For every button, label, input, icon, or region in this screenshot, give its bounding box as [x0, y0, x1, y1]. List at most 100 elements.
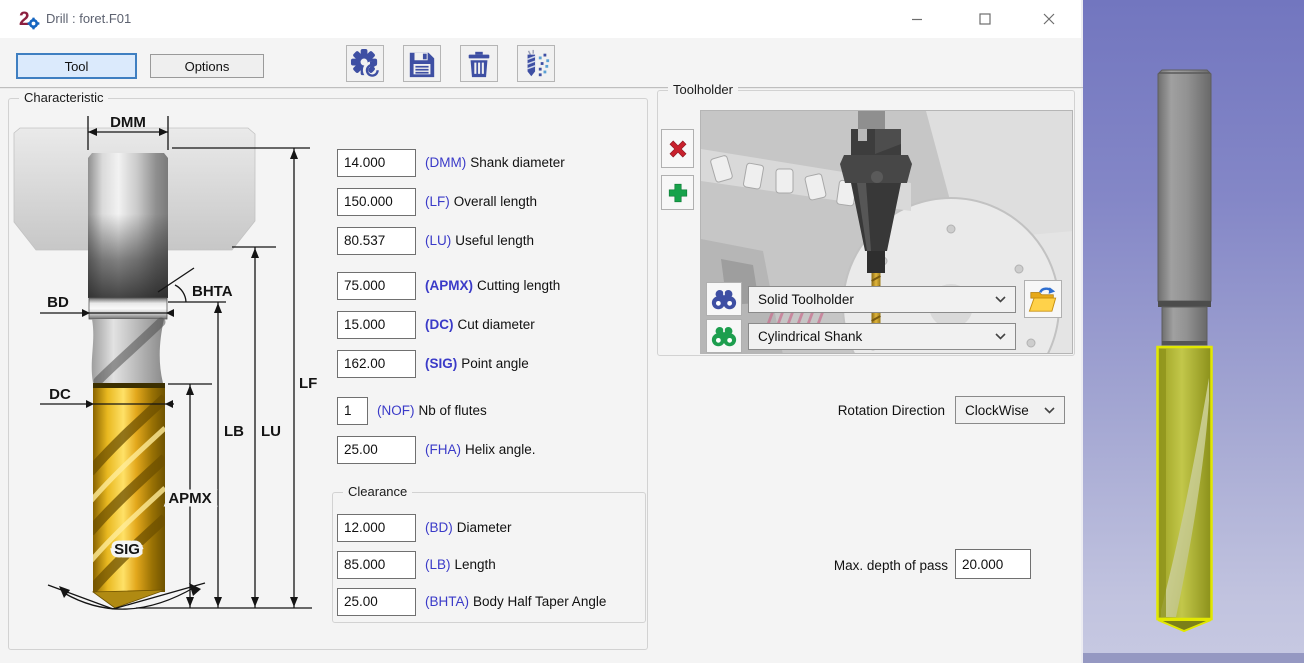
save-icon — [407, 49, 437, 79]
dim-label-bhta: BHTA — [192, 283, 233, 300]
bd-code: (BD) — [425, 520, 453, 535]
sig-input[interactable] — [337, 350, 416, 378]
dim-label-bd: BD — [47, 294, 69, 311]
dim-label-dc: DC — [49, 386, 71, 403]
chevron-down-icon — [995, 333, 1006, 340]
open-folder-icon — [1028, 284, 1058, 314]
svg-text:2: 2 — [19, 9, 30, 30]
lu-code: (LU) — [425, 233, 451, 248]
toolbar-divider — [0, 87, 1083, 89]
screen: 2 Drill : foret.F01 To — [0, 0, 1304, 663]
dim-label-lb: LB — [224, 423, 244, 440]
titlebar[interactable]: 2 Drill : foret.F01 — [0, 0, 1081, 38]
search-shank-button[interactable] — [706, 319, 742, 353]
app-logo-icon: 2 — [18, 8, 40, 30]
lu-label: Useful length — [455, 233, 534, 248]
toolholder-preview-image — [700, 110, 1073, 354]
max-depth-input[interactable] — [955, 549, 1031, 579]
tab-tool[interactable]: Tool — [16, 53, 137, 79]
nof-input[interactable] — [337, 397, 368, 425]
nof-code: (NOF) — [377, 403, 415, 418]
dmm-label: Shank diameter — [470, 155, 565, 170]
dim-label-lf: LF — [299, 375, 317, 392]
drill-3d-render — [1083, 0, 1304, 663]
dmm-code: (DMM) — [425, 155, 466, 170]
update-button[interactable] — [346, 45, 384, 82]
viewport-bottom-strip — [1083, 653, 1304, 663]
bd-input[interactable] — [337, 514, 416, 542]
nof-label: Nb of flutes — [419, 403, 487, 418]
toolholder-group-label: Toolholder — [668, 82, 738, 97]
binoculars-blue-icon — [711, 287, 737, 311]
drill-dialog: 2 Drill : foret.F01 To — [0, 0, 1083, 663]
dim-label-sig: SIG — [114, 541, 140, 558]
maximize-button[interactable] — [966, 4, 1004, 34]
simulation-button[interactable] — [517, 45, 555, 82]
dmm-input[interactable] — [337, 149, 416, 177]
remove-toolholder-button[interactable] — [661, 129, 694, 168]
lb-code: (LB) — [425, 557, 451, 572]
3d-viewport[interactable] — [1083, 0, 1304, 663]
minimize-button[interactable] — [898, 4, 936, 34]
toolholder-type-select[interactable]: Solid Toolholder — [748, 286, 1016, 313]
lf-input[interactable] — [337, 188, 416, 216]
field-row-apmx: (APMX) Cutting length — [337, 271, 560, 300]
rotation-direction-select[interactable]: ClockWise — [955, 396, 1065, 424]
fha-code: (FHA) — [425, 442, 461, 457]
tab-options[interactable]: Options — [150, 54, 264, 78]
field-row-sig: (SIG) Point angle — [337, 349, 529, 378]
delete-icon — [464, 49, 494, 79]
field-row-bhta: (BHTA) Body Half Taper Angle — [337, 587, 606, 616]
search-toolholder-button[interactable] — [706, 282, 742, 316]
field-row-lu: (LU) Useful length — [337, 226, 534, 255]
save-button[interactable] — [403, 45, 441, 82]
remove-x-icon — [666, 137, 690, 161]
dim-label-apmx: APMX — [168, 490, 211, 507]
chips-simulation-icon — [521, 49, 551, 79]
field-row-nof: (NOF) Nb of flutes — [337, 396, 487, 425]
toolholder-type-value: Solid Toolholder — [758, 292, 854, 307]
apmx-code: (APMX) — [425, 278, 473, 293]
shank-type-value: Cylindrical Shank — [758, 329, 862, 344]
add-toolholder-button[interactable] — [661, 175, 694, 210]
field-row-bd: (BD) Diameter — [337, 513, 512, 542]
chevron-down-icon — [995, 296, 1006, 303]
max-depth-label: Max. depth of pass — [760, 558, 948, 573]
clearance-group-label: Clearance — [343, 484, 412, 499]
characteristic-group-label: Characteristic — [19, 90, 108, 105]
apmx-label: Cutting length — [477, 278, 560, 293]
add-plus-icon — [666, 181, 690, 205]
dc-input[interactable] — [337, 311, 416, 339]
lb-input[interactable] — [337, 551, 416, 579]
dim-label-lu: LU — [261, 423, 281, 440]
open-toolholder-file-button[interactable] — [1024, 280, 1062, 318]
lf-code: (LF) — [425, 194, 450, 209]
close-button[interactable] — [1030, 4, 1068, 34]
lf-label: Overall length — [454, 194, 537, 209]
dc-code: (DC) — [425, 317, 454, 332]
bhta-code: (BHTA) — [425, 594, 469, 609]
fha-label: Helix angle. — [465, 442, 536, 457]
dim-label-dmm: DMM — [110, 114, 146, 131]
field-row-fha: (FHA) Helix angle. — [337, 435, 536, 464]
field-row-lf: (LF) Overall length — [337, 187, 537, 216]
dc-label: Cut diameter — [458, 317, 535, 332]
fha-input[interactable] — [337, 436, 416, 464]
field-row-lb: (LB) Length — [337, 550, 496, 579]
shank-type-select[interactable]: Cylindrical Shank — [748, 323, 1016, 350]
delete-button[interactable] — [460, 45, 498, 82]
field-row-dc: (DC) Cut diameter — [337, 310, 535, 339]
tab-tool-label: Tool — [65, 59, 89, 74]
rotation-direction-value: ClockWise — [965, 403, 1029, 418]
rotation-direction-label: Rotation Direction — [760, 403, 945, 418]
bd-label: Diameter — [457, 520, 512, 535]
bhta-input[interactable] — [337, 588, 416, 616]
apmx-input[interactable] — [337, 272, 416, 300]
field-row-dmm: (DMM) Shank diameter — [337, 148, 565, 177]
sig-label: Point angle — [461, 356, 529, 371]
lu-input[interactable] — [337, 227, 416, 255]
update-gear-icon — [350, 48, 381, 79]
chevron-down-icon — [1044, 407, 1055, 414]
window-title: Drill : foret.F01 — [46, 11, 131, 26]
lb-label: Length — [455, 557, 496, 572]
